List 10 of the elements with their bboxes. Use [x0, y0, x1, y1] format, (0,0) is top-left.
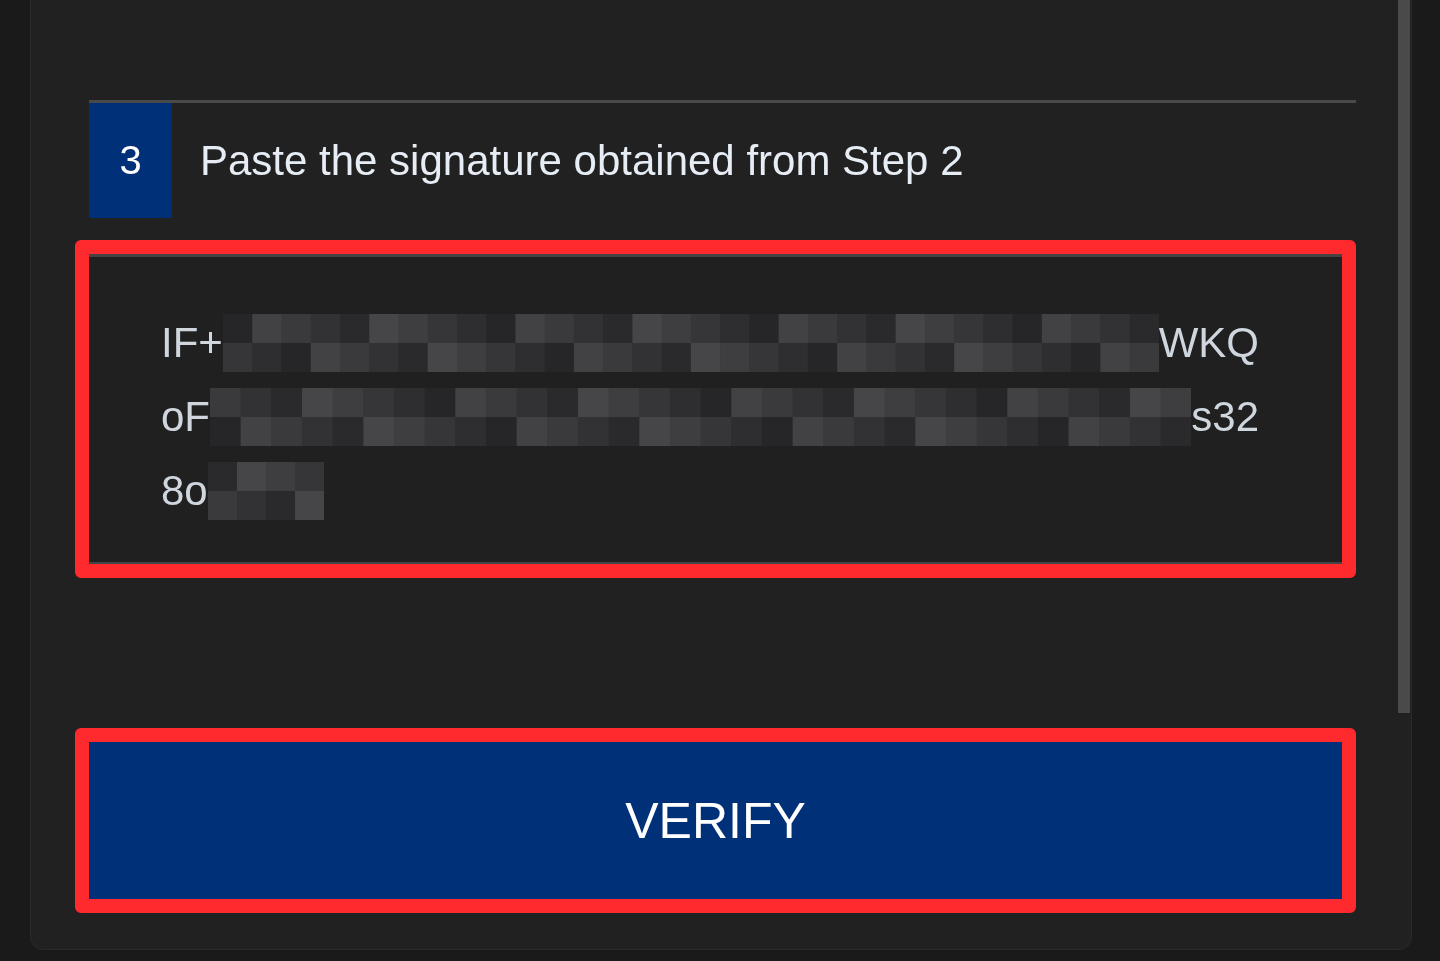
signature-text: s32: [1191, 393, 1259, 441]
scrollbar[interactable]: [1398, 0, 1410, 713]
signature-text: IF+: [161, 319, 223, 367]
signature-field[interactable]: IF+ WKQ oF s32 8o: [89, 254, 1342, 564]
signature-text: 8o: [161, 467, 208, 515]
verify-button[interactable]: VERIFY: [89, 742, 1342, 899]
step-number: 3: [89, 103, 172, 218]
signature-text: WKQ: [1158, 319, 1259, 367]
step-title: Paste the signature obtained from Step 2: [200, 136, 964, 185]
signature-text: oF: [161, 393, 210, 441]
